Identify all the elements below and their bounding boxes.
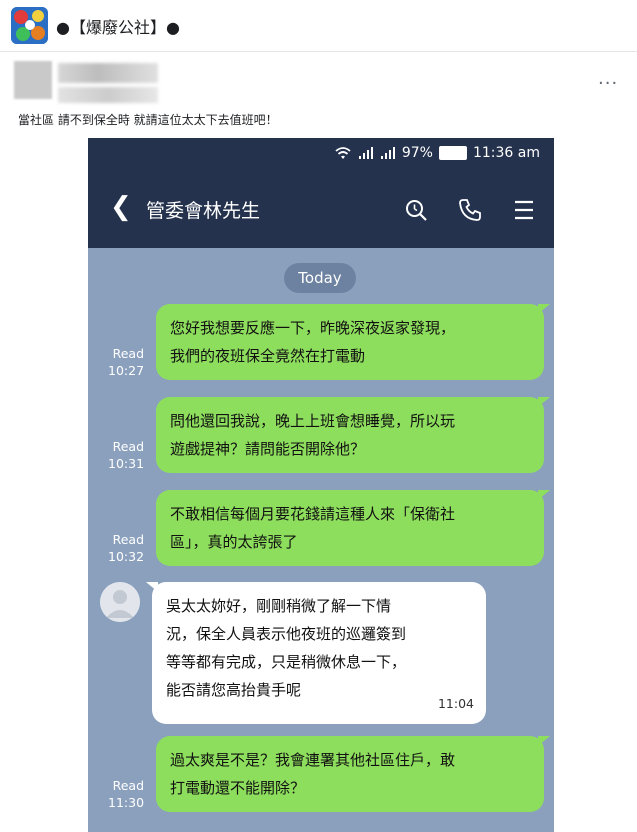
post-time-blurred <box>58 87 158 103</box>
author-name-blurred <box>58 63 158 83</box>
message-bubble-outgoing[interactable]: 不敢相信每個月要花錢請這種人來「保衛社 區」，真的太誇張了 <box>156 490 550 566</box>
more-options-icon[interactable]: ··· <box>598 73 618 94</box>
post-text: 當社區 請不到保全時 就請這位太太下去值班吧！ <box>18 113 278 127</box>
battery-percent: 97% <box>401 145 433 161</box>
read-receipt: Read 10:32 <box>108 532 145 564</box>
page-name[interactable]: ●【爆廢公社】● <box>56 14 180 38</box>
date-separator: Today <box>284 263 356 293</box>
message-bubble-incoming[interactable]: 吳太太妳好，剛剛稍微了解一下情 況，保全人員表示他夜班的巡邏簽到 等等都有完成，… <box>146 582 486 724</box>
signal-icon <box>380 147 395 159</box>
battery-icon <box>438 146 467 160</box>
status-bar: 97% 11:36 am <box>88 138 554 170</box>
menu-icon[interactable] <box>512 198 536 222</box>
message-bubble-outgoing[interactable]: 過太爽是不是？我會連署其他社區住戶，敢 打電動還不能開除？ <box>156 736 550 812</box>
read-receipt: Read 11:30 <box>108 778 145 810</box>
post-header: ··· 當社區 請不到保全時 就請這位太太下去值班吧！ <box>0 53 637 138</box>
wifi-icon <box>335 147 351 159</box>
message-bubble-outgoing[interactable]: 問他還回我說，晚上上班會想睡覺，所以玩 遊戲提神？請問能否開除他？ <box>156 397 550 473</box>
contact-avatar[interactable] <box>100 582 140 622</box>
phone-icon[interactable] <box>458 198 482 222</box>
signal-icon <box>358 147 373 159</box>
chat-screenshot: 97% 11:36 am ❮ 管委會林先生 Today Read 10:27 您好… <box>88 138 554 832</box>
clock: 11:36 am <box>472 145 540 161</box>
page-avatar[interactable] <box>11 7 48 44</box>
message-time: 11:04 <box>437 696 474 711</box>
search-icon[interactable] <box>404 198 428 222</box>
chat-title: 管委會林先生 <box>146 200 261 222</box>
page-header: ●【爆廢公社】● <box>0 0 637 52</box>
back-icon[interactable]: ❮ <box>110 194 132 220</box>
chat-navbar: ❮ 管委會林先生 <box>88 170 554 248</box>
read-receipt: Read 10:31 <box>108 439 145 471</box>
read-receipt: Read 10:27 <box>108 346 145 378</box>
author-avatar-blurred <box>14 61 52 99</box>
message-bubble-outgoing[interactable]: 您好我想要反應一下，昨晚深夜返家發現， 我們的夜班保全竟然在打電動 <box>156 304 550 380</box>
